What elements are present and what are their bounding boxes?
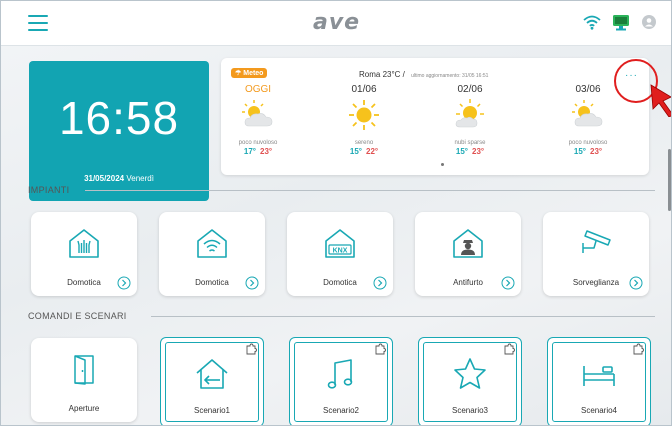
music-note-icon [327, 359, 353, 389]
weather-header: Roma 23°C / ultimo aggiornamento: 31/05 … [359, 70, 488, 79]
forecast-day: OGGI poco nuvoloso 17° 23° [213, 84, 303, 156]
forecast-desc: poco nuvoloso [238, 140, 278, 146]
forecast-min: 17° [243, 147, 256, 156]
puzzle-icon[interactable] [503, 343, 515, 355]
comando-tile-aperture[interactable]: Aperture [31, 338, 137, 422]
network-device-icon[interactable] [611, 13, 631, 31]
top-bar: ave [1, 1, 671, 46]
impianto-tile-domotica-wireless[interactable]: Domotica [159, 212, 265, 296]
home-return-icon [196, 359, 228, 389]
umbrella-icon: ☂ [235, 70, 242, 77]
scenario-label: Scenario3 [451, 406, 489, 415]
ave-logo: ave [313, 10, 361, 35]
scattered-clouds-icon [455, 99, 484, 128]
comando-label: Aperture [68, 404, 100, 413]
impianto-tile-knx[interactable]: KNX Domotica [287, 212, 393, 296]
forecast-temps: 15° 22° [319, 147, 409, 156]
scenario-tile-3[interactable]: Scenario3 [418, 337, 522, 425]
meteo-badge-label: Meteo [243, 70, 264, 77]
weather-current: Roma 23°C / [359, 70, 405, 79]
clock-date-value: 31/05/2024 [84, 174, 125, 183]
domotica-icon [69, 229, 99, 258]
forecast-min: 15° [349, 147, 362, 156]
forecast-day-name: OGGI [244, 84, 272, 95]
annotation-arrow-icon [650, 84, 671, 117]
forecast-desc: sereno [354, 140, 374, 146]
forecast-max: 23° [590, 147, 603, 156]
scenario-tile-1[interactable]: Scenario1 [160, 337, 264, 425]
divider [151, 316, 655, 317]
weather-widget[interactable]: ☂ Meteo Roma 23°C / ultimo aggiornamento… [221, 58, 649, 175]
forecast-desc: poco nuvoloso [568, 140, 608, 146]
pager-dot [441, 163, 444, 166]
menu-icon[interactable] [28, 15, 48, 31]
scenario-label: Scenario4 [580, 406, 618, 415]
puzzle-icon[interactable] [374, 343, 386, 355]
forecast-max: 22° [366, 147, 379, 156]
impianto-tile-domotica[interactable]: Domotica [31, 212, 137, 296]
knx-icon: KNX [325, 229, 355, 258]
clock-weekday: Venerdì [126, 174, 154, 183]
scenario-label: Scenario1 [193, 406, 231, 415]
forecast-max: 23° [472, 147, 485, 156]
forecast-temps: 15° 23° [425, 147, 515, 156]
forecast-max: 23° [260, 147, 273, 156]
antifurto-icon [453, 229, 483, 258]
status-icons [583, 13, 657, 31]
impianto-tile-antifurto[interactable]: Antifurto [415, 212, 521, 296]
section-comandi-title: COMANDI E SCENARI [28, 311, 127, 321]
forecast-day: 02/06 nubi sparse 15° 23° [425, 84, 515, 156]
wireless-domotica-icon [197, 229, 227, 258]
chevron-right-icon[interactable] [117, 276, 131, 290]
clock-widget[interactable]: 16:58 31/05/2024 Venerdì [29, 61, 209, 201]
clock-date: 31/05/2024 Venerdì [29, 174, 209, 183]
camera-icon [582, 230, 611, 253]
scrollbar[interactable] [668, 149, 671, 211]
clock-time: 16:58 [58, 92, 180, 144]
chevron-right-icon[interactable] [629, 276, 643, 290]
wifi-icon[interactable] [583, 14, 601, 30]
star-icon [454, 358, 486, 389]
user-icon[interactable] [641, 14, 657, 30]
forecast-temps: 15° 23° [543, 147, 633, 156]
forecast-temps: 17° 23° [213, 147, 303, 156]
puzzle-icon[interactable] [632, 343, 644, 355]
bed-icon [583, 366, 615, 386]
chevron-right-icon[interactable] [245, 276, 259, 290]
divider [85, 190, 655, 191]
forecast-min: 15° [573, 147, 586, 156]
home-screen: ave 16:58 31/05/2024 Venerdì ☂ Meteo Rom… [0, 0, 672, 426]
forecast-min: 15° [455, 147, 468, 156]
impianto-tile-sorveglianza[interactable]: Sorveglianza [543, 212, 649, 296]
scenario-tile-4[interactable]: Scenario4 [547, 337, 651, 425]
partly-cloudy-icon [572, 100, 603, 127]
chevron-right-icon[interactable] [373, 276, 387, 290]
door-icon [74, 355, 94, 385]
meteo-badge: ☂ Meteo [231, 68, 268, 78]
weather-updated: ultimo aggiornamento: 31/05 16:51 [411, 73, 489, 79]
knx-text: KNX [333, 248, 348, 255]
forecast-day-name: 02/06 [457, 84, 483, 95]
chevron-right-icon[interactable] [501, 276, 515, 290]
section-impianti-title: IMPIANTI [28, 185, 70, 195]
forecast-desc: nubi sparse [454, 140, 486, 146]
partly-cloudy-icon [242, 100, 273, 127]
sun-icon [349, 100, 379, 130]
forecast-day: 01/06 sereno 15° 22° [319, 84, 409, 156]
puzzle-icon[interactable] [245, 343, 257, 355]
forecast-day-name: 01/06 [351, 84, 377, 95]
scenario-label: Scenario2 [322, 406, 360, 415]
scenario-tile-2[interactable]: Scenario2 [289, 337, 393, 425]
